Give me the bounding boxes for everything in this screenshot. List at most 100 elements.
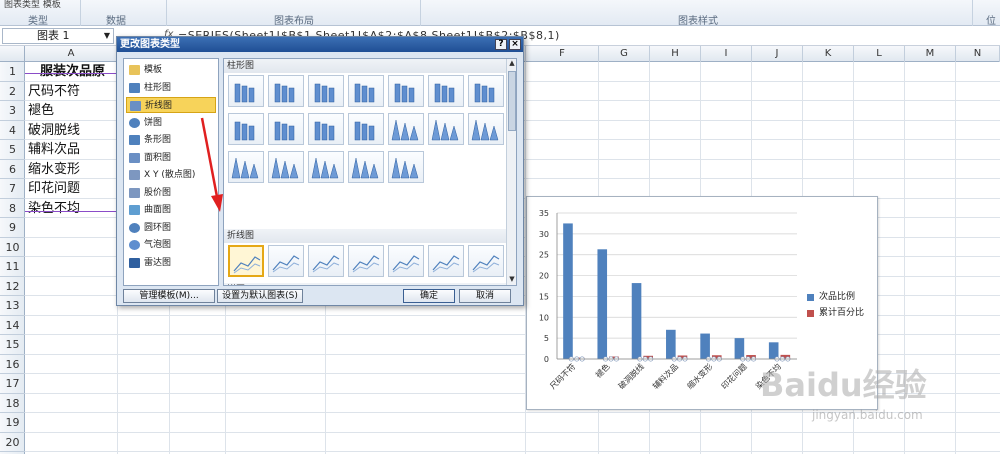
data-cell[interactable]: 缩水变形 (28, 160, 120, 179)
line-thumbnail[interactable] (308, 245, 344, 277)
chart-legend[interactable]: 次品比例 累计百分比 (807, 289, 877, 321)
chart-category-item[interactable]: 气泡图 (126, 237, 216, 253)
scroll-up-icon[interactable]: ▲ (507, 59, 516, 69)
manage-templates-button[interactable]: 管理模板(M)... (123, 289, 215, 303)
bar-series1[interactable] (597, 249, 608, 359)
line-thumbnail[interactable] (468, 245, 504, 277)
chart-category-label: 模板 (144, 65, 163, 75)
row-header[interactable]: 10 (0, 238, 25, 257)
row-header[interactable]: 2 (0, 82, 25, 101)
column-thumbnail[interactable] (348, 75, 384, 107)
name-box[interactable]: 图表 1 ▼ (2, 28, 114, 44)
change-chart-type-dialog: 更改图表类型 ? × 模板 柱形图 折线图 饼图 条形图 面积图 X Y (散点图) 股价图曲… (116, 36, 524, 306)
column-header[interactable]: I (701, 46, 752, 62)
bar-series1[interactable] (700, 333, 710, 359)
row-header[interactable]: 7 (0, 179, 25, 199)
set-default-chart-button[interactable]: 设置为默认图表(S) (217, 289, 303, 303)
cone-thumbnail[interactable] (428, 113, 464, 145)
cone-thumbnail[interactable] (348, 151, 384, 183)
cone-thumbnail[interactable] (468, 113, 504, 145)
column-thumbnail[interactable] (348, 113, 384, 145)
row-header[interactable]: 5 (0, 140, 25, 160)
help-button[interactable]: ? (495, 39, 507, 50)
column-thumbnail[interactable] (468, 75, 504, 107)
line-thumbnail[interactable] (348, 245, 384, 277)
column-header[interactable]: G (599, 46, 650, 62)
row-header[interactable]: 11 (0, 257, 25, 277)
bar-series1[interactable] (631, 283, 642, 359)
line-thumbnail[interactable] (388, 245, 424, 277)
column-thumbnail[interactable] (228, 113, 264, 145)
row-header[interactable]: 16 (0, 355, 25, 374)
column-thumbnail[interactable] (308, 113, 344, 145)
y-tick-label: 10 (539, 313, 549, 322)
chevron-down-icon[interactable]: ▼ (104, 29, 110, 43)
line-thumbnail[interactable] (428, 245, 464, 277)
bar-series1[interactable] (734, 338, 745, 359)
chart-category-item[interactable]: 折线图 (126, 97, 216, 113)
cone-thumbnail[interactable] (228, 151, 264, 183)
cone-thumbnail[interactable] (388, 113, 424, 145)
chart-category-item[interactable]: 雷达图 (126, 255, 216, 271)
chart-category-item[interactable]: 圆环图 (126, 220, 216, 236)
data-cell[interactable]: 破洞脱线 (28, 121, 120, 140)
scroll-down-icon[interactable]: ▼ (507, 275, 516, 285)
row-header[interactable]: 17 (0, 374, 25, 394)
column-thumbnail[interactable] (268, 113, 304, 145)
column-header[interactable]: L (854, 46, 905, 62)
y-tick-label: 0 (544, 355, 549, 364)
cone-thumbnail[interactable] (308, 151, 344, 183)
line-icon (392, 255, 420, 273)
bar-series1[interactable] (563, 223, 573, 359)
data-cell[interactable]: 辅料次品 (28, 140, 120, 159)
ok-button[interactable]: 确定 (403, 289, 455, 303)
cone-thumbnail[interactable] (268, 151, 304, 183)
column-thumbnail[interactable] (228, 75, 264, 107)
chart-category-label: 曲面图 (144, 205, 172, 215)
row-header[interactable]: 6 (0, 160, 25, 179)
data-cell[interactable]: 染色不均 (28, 199, 120, 218)
row-header[interactable]: 18 (0, 394, 25, 413)
column-thumbnail[interactable] (268, 75, 304, 107)
column-header[interactable]: K (803, 46, 854, 62)
chart-category-item[interactable]: 模板 (126, 62, 216, 78)
column-thumbnail[interactable] (308, 75, 344, 107)
row-header[interactable]: 1 (0, 62, 25, 82)
data-cell[interactable]: 尺码不符 (28, 82, 120, 101)
data-cell[interactable]: 印花问题 (28, 179, 120, 198)
cone-thumbnail[interactable] (388, 151, 424, 183)
row-header[interactable]: 3 (0, 101, 25, 121)
close-button[interactable]: × (509, 39, 521, 50)
area-chart-icon (129, 152, 140, 163)
row-header[interactable]: 9 (0, 218, 25, 238)
chart-category-item[interactable]: 柱形图 (126, 80, 216, 96)
row-header[interactable]: 13 (0, 296, 25, 316)
line-chart-icon (130, 101, 141, 111)
row-header[interactable]: 20 (0, 433, 25, 452)
column-header[interactable]: M (905, 46, 956, 62)
column-thumbnail[interactable] (428, 75, 464, 107)
dialog-title[interactable]: 更改图表类型 (117, 37, 523, 52)
column-thumbnail[interactable] (388, 75, 424, 107)
row-header[interactable]: 19 (0, 413, 25, 433)
column-header[interactable]: H (650, 46, 701, 62)
row-header[interactable]: 8 (0, 199, 25, 218)
column-header[interactable]: A (25, 46, 118, 62)
column-header[interactable]: N (956, 46, 1000, 62)
column-header[interactable]: J (752, 46, 803, 62)
bar-series1[interactable] (666, 329, 676, 359)
scroll-thumb[interactable] (508, 71, 516, 131)
column-header[interactable]: F (526, 46, 599, 62)
ribbon-group-position: 位 (986, 16, 996, 27)
gallery-scrollbar[interactable]: ▲ ▼ (506, 59, 516, 285)
data-cell[interactable]: 褪色 (28, 101, 120, 120)
cancel-button[interactable]: 取消 (459, 289, 511, 303)
row-header[interactable]: 15 (0, 335, 25, 355)
watermark-logo: Baidu经验 (760, 366, 927, 404)
row-header[interactable]: 12 (0, 277, 25, 296)
row-header[interactable]: 4 (0, 121, 25, 140)
line-thumbnail[interactable] (268, 245, 304, 277)
row-header[interactable]: 14 (0, 316, 25, 335)
select-all-corner[interactable] (0, 46, 25, 62)
line-thumbnail[interactable] (228, 245, 264, 277)
